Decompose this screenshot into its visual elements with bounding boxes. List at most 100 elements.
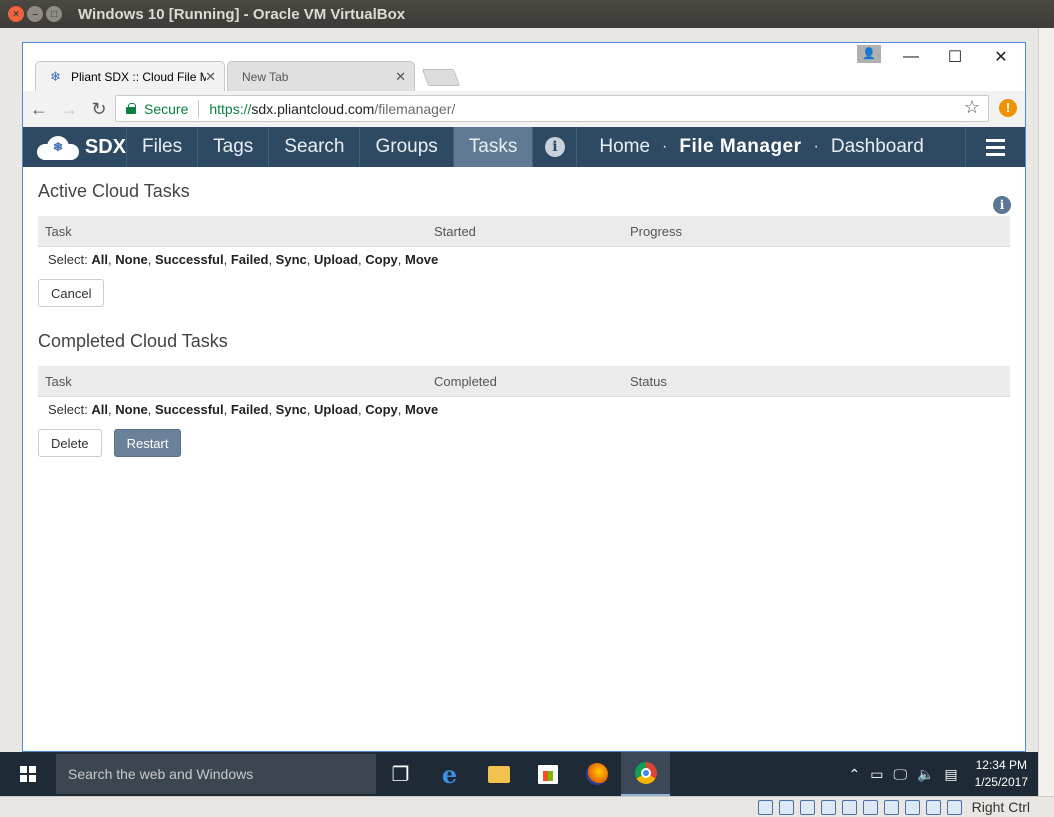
- bookmark-star-icon[interactable]: ☆: [964, 97, 980, 118]
- breadcrumb-separator: ·: [813, 138, 819, 155]
- cloud-icon: ❄: [37, 134, 79, 160]
- nav-link-file-manager[interactable]: File Manager: [679, 136, 801, 158]
- vbox-close-button[interactable]: ×: [8, 6, 24, 22]
- url-host: sdx.pliantcloud.com: [251, 100, 375, 117]
- chrome-icon[interactable]: [621, 752, 670, 796]
- clock-time: 12:34 PM: [975, 758, 1027, 772]
- select-none-link[interactable]: None: [115, 252, 148, 267]
- select-upload-link[interactable]: Upload: [314, 252, 358, 267]
- select-move-link[interactable]: Move: [405, 402, 438, 417]
- column-header-progress[interactable]: Progress: [630, 224, 682, 239]
- nav-tab-search[interactable]: Search: [269, 127, 361, 167]
- chrome-menu-alert-icon[interactable]: !: [999, 99, 1017, 117]
- nav-link-home[interactable]: Home: [599, 136, 650, 158]
- volume-icon[interactable]: 🔈: [917, 766, 934, 783]
- select-successful-link[interactable]: Successful: [155, 252, 224, 267]
- completed-tasks-title: Completed Cloud Tasks: [38, 331, 228, 351]
- battery-icon[interactable]: ▭: [870, 766, 883, 783]
- address-bar[interactable]: Secure https://sdx.pliantcloud.com/filem…: [115, 95, 989, 122]
- select-successful-link[interactable]: Successful: [155, 402, 224, 417]
- select-copy-link[interactable]: Copy: [365, 252, 398, 267]
- usb-icon[interactable]: [799, 799, 815, 815]
- close-icon[interactable]: ✕: [981, 45, 1021, 69]
- mouse-integration-icon[interactable]: [925, 799, 941, 815]
- host-key-label: Right Ctrl: [971, 799, 1030, 815]
- taskbar-search-box[interactable]: Search the web and Windows: [56, 754, 376, 794]
- active-actions: Cancel: [38, 279, 1010, 308]
- select-prefix: Select:: [48, 402, 88, 417]
- select-all-link[interactable]: All: [91, 402, 108, 417]
- network-icon[interactable]: 🖵: [893, 766, 907, 783]
- windows-taskbar: Search the web and Windows ❐ e ⌃ ▭ 🖵 🔈 ▤…: [0, 752, 1038, 796]
- reload-icon[interactable]: ↻: [85, 95, 113, 123]
- select-failed-link[interactable]: Failed: [231, 402, 269, 417]
- select-prefix: Select:: [48, 252, 88, 267]
- browser-chrome: ❄ Pliant SDX :: Cloud File Manager ✕ New…: [23, 43, 1025, 127]
- shared-folders-icon[interactable]: [820, 799, 836, 815]
- start-button[interactable]: [0, 752, 56, 796]
- vbox-minimize-button[interactable]: –: [27, 6, 43, 22]
- edge-icon[interactable]: e: [425, 752, 474, 796]
- delete-button[interactable]: Delete: [38, 429, 102, 457]
- nav-info-button[interactable]: i: [533, 127, 578, 167]
- profile-icon[interactable]: 👤: [857, 45, 881, 63]
- restart-button[interactable]: Restart: [113, 429, 182, 457]
- column-header-task[interactable]: Task: [45, 374, 72, 389]
- nav-tab-groups[interactable]: Groups: [360, 127, 454, 167]
- task-view-icon[interactable]: ❐: [376, 752, 425, 796]
- new-tab-button[interactable]: [421, 69, 461, 86]
- vbox-titlebar: × – □ Windows 10 [Running] - Oracle VM V…: [0, 0, 1054, 28]
- cancel-button[interactable]: Cancel: [38, 279, 105, 307]
- action-center-icon[interactable]: ▤: [944, 766, 957, 783]
- select-upload-link[interactable]: Upload: [314, 402, 358, 417]
- tab-strip: ❄ Pliant SDX :: Cloud File Manager ✕ New…: [23, 43, 1025, 91]
- nav-tab-files[interactable]: Files: [127, 127, 199, 167]
- hamburger-menu-icon[interactable]: [965, 127, 1025, 167]
- select-all-link[interactable]: All: [91, 252, 108, 267]
- active-tasks-table-header: Task Started Progress: [38, 216, 1010, 247]
- store-icon[interactable]: [523, 752, 572, 796]
- vbox-maximize-button[interactable]: □: [46, 6, 62, 22]
- select-sync-link[interactable]: Sync: [276, 402, 307, 417]
- network-adapter-icon[interactable]: [883, 799, 899, 815]
- brand-logo[interactable]: ❄ SDX: [23, 127, 127, 167]
- firefox-icon[interactable]: [572, 752, 621, 796]
- forward-arrow-icon[interactable]: →: [55, 95, 83, 123]
- secure-label: Secure: [144, 100, 189, 117]
- select-failed-link[interactable]: Failed: [231, 252, 269, 267]
- chevron-up-icon[interactable]: ⌃: [848, 766, 860, 783]
- video-capture-icon[interactable]: [862, 799, 878, 815]
- nav-link-dashboard[interactable]: Dashboard: [831, 136, 924, 158]
- completed-select-filters: Select: All, None, Successful, Failed, S…: [48, 402, 439, 417]
- tab-new-tab[interactable]: New Tab ✕: [227, 61, 415, 91]
- browser-toolbar: ← → ↻ Secure https://sdx.pliantcloud.com…: [23, 91, 1025, 127]
- nav-tab-tasks[interactable]: Tasks: [453, 127, 534, 167]
- select-copy-link[interactable]: Copy: [365, 402, 398, 417]
- column-header-status[interactable]: Status: [630, 374, 667, 389]
- page-info-icon[interactable]: i: [993, 196, 1011, 214]
- nav-tab-tags[interactable]: Tags: [198, 127, 270, 167]
- maximize-icon[interactable]: ☐: [935, 45, 975, 69]
- column-header-completed[interactable]: Completed: [434, 374, 497, 389]
- keyboard-capture-icon[interactable]: [946, 799, 962, 815]
- tab-close-icon[interactable]: ✕: [205, 69, 216, 85]
- breadcrumb-separator: ·: [662, 138, 668, 155]
- optical-drive-icon[interactable]: [778, 799, 794, 815]
- tab-pliant-sdx[interactable]: ❄ Pliant SDX :: Cloud File Manager ✕: [35, 61, 225, 91]
- clock[interactable]: 12:34 PM 1/25/2017: [975, 757, 1028, 791]
- column-header-task[interactable]: Task: [45, 224, 72, 239]
- vm-scrollbar[interactable]: [1038, 28, 1054, 796]
- select-none-link[interactable]: None: [115, 402, 148, 417]
- file-explorer-icon[interactable]: [474, 752, 523, 796]
- minimize-icon[interactable]: —: [891, 45, 931, 69]
- tab-close-icon[interactable]: ✕: [395, 69, 406, 85]
- url-separator: [198, 99, 200, 118]
- select-sync-link[interactable]: Sync: [276, 252, 307, 267]
- column-header-started[interactable]: Started: [434, 224, 476, 239]
- display-icon[interactable]: [841, 799, 857, 815]
- windows-logo-icon: [20, 766, 36, 782]
- hard-disk-icon[interactable]: [757, 799, 773, 815]
- cpu-icon[interactable]: [904, 799, 920, 815]
- back-arrow-icon[interactable]: ←: [25, 95, 53, 123]
- select-move-link[interactable]: Move: [405, 252, 438, 267]
